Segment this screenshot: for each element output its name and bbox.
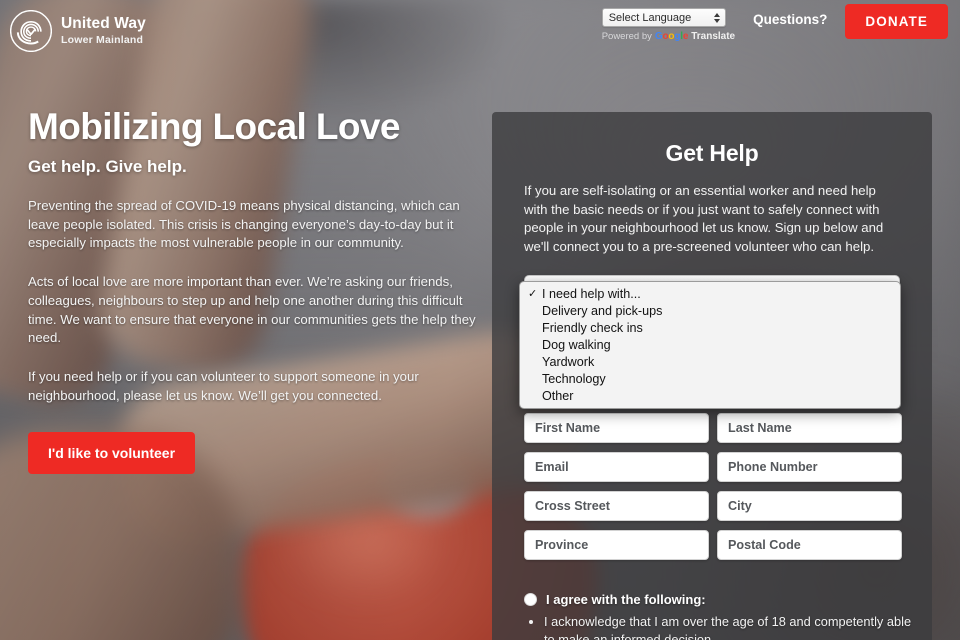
language-select-value: Select Language <box>608 11 692 24</box>
powered-by-google-translate[interactable]: Powered by Google Translate <box>602 31 735 42</box>
last-name-input[interactable]: Last Name <box>717 413 902 443</box>
language-widget: Select Language Powered by Google Transl… <box>601 8 735 42</box>
brand-text: United Way Lower Mainland <box>61 15 146 46</box>
first-name-input[interactable]: First Name <box>524 413 709 443</box>
dropdown-option[interactable]: Friendly check ins <box>520 319 900 336</box>
dropdown-option[interactable]: ✓ I need help with... <box>520 285 900 302</box>
hero-subtitle: Get help. Give help. <box>28 156 187 176</box>
language-select[interactable]: Select Language <box>601 8 726 27</box>
top-bar-right: Select Language Powered by Google Transl… <box>601 0 960 42</box>
brand-logo[interactable]: United Way Lower Mainland <box>10 10 146 52</box>
translate-label: Translate <box>691 31 736 42</box>
google-logo-icon: Google <box>654 31 689 42</box>
dropdown-option-label: Dog walking <box>542 337 611 352</box>
help-type-dropdown-list[interactable]: ✓ I need help with... Delivery and pick-… <box>519 281 901 409</box>
agreement-row: I agree with the following: <box>524 592 914 607</box>
hero-copy: Mobilizing Local Love Get help. Give hel… <box>28 106 476 475</box>
get-help-intro: If you are self-isolating or an essentia… <box>524 183 884 255</box>
dropdown-option-label: Other <box>542 388 574 403</box>
agreement-term-item: I acknowledge that I am over the age of … <box>544 613 914 640</box>
get-help-title: Get Help <box>665 140 759 166</box>
phone-number-input[interactable]: Phone Number <box>717 452 902 482</box>
hero-paragraph-1: Preventing the spread of COVID-19 means … <box>28 197 460 251</box>
hero-paragraph-3: If you need help or if you can volunteer… <box>28 368 419 403</box>
volunteer-button[interactable]: I'd like to volunteer <box>28 432 196 475</box>
city-input[interactable]: City <box>717 491 902 521</box>
united-way-hand-rainbow-icon <box>10 10 52 52</box>
powered-by-text: Powered by <box>601 31 652 42</box>
check-icon: ✓ <box>528 288 538 300</box>
dropdown-option[interactable]: Yardwork <box>520 353 900 370</box>
landing-page: United Way Lower Mainland Select Languag… <box>0 0 960 640</box>
agreement-block: I agree with the following: I acknowledg… <box>524 592 914 640</box>
page-title: Mobilizing Local Love <box>28 106 400 147</box>
hero-paragraph-2: Acts of local love are more important th… <box>28 274 476 346</box>
dropdown-option[interactable]: Delivery and pick-ups <box>520 302 900 319</box>
dropdown-option-label: Yardwork <box>542 354 595 369</box>
agreement-label: I agree with the following: <box>546 592 706 607</box>
postal-code-input[interactable]: Postal Code <box>717 530 902 560</box>
brand-subtitle: Lower Mainland <box>61 33 144 46</box>
get-help-form: First Name Last Name Email Phone Number … <box>524 413 902 560</box>
dropdown-option[interactable]: Technology <box>520 370 900 387</box>
questions-link[interactable]: Questions? <box>753 12 827 27</box>
dropdown-option-label: Delivery and pick-ups <box>542 303 663 318</box>
cross-street-input[interactable]: Cross Street <box>524 491 709 521</box>
agreement-terms-list: I acknowledge that I am over the age of … <box>544 613 914 640</box>
email-input[interactable]: Email <box>524 452 709 482</box>
select-stepper-icon <box>713 12 720 23</box>
donate-button[interactable]: DONATE <box>845 4 948 39</box>
dropdown-option-label: Friendly check ins <box>542 320 643 335</box>
dropdown-option-label: Technology <box>542 371 606 386</box>
dropdown-option-label: I need help with... <box>542 286 641 301</box>
brand-name: United Way <box>61 15 146 33</box>
dropdown-option[interactable]: Dog walking <box>520 336 900 353</box>
dropdown-option[interactable]: Other <box>520 387 900 404</box>
top-bar: United Way Lower Mainland Select Languag… <box>0 0 960 56</box>
province-input[interactable]: Province <box>524 530 709 560</box>
agreement-checkbox[interactable] <box>524 593 537 606</box>
